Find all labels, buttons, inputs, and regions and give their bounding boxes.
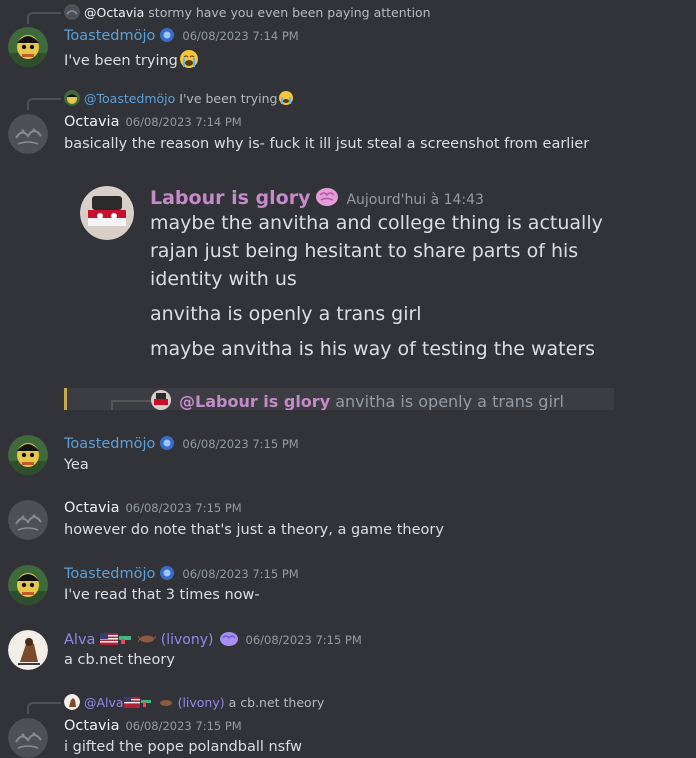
screenshot-reply-text: @Labour is glory anvitha is openly a tra…	[179, 392, 564, 410]
screenshot-reply-bar: @Labour is glory anvitha is openly a tra…	[64, 388, 614, 410]
avatar[interactable]	[8, 718, 48, 758]
message-header: Toastedmöjo 06/08/2023 7:15 PM	[64, 565, 299, 585]
message-header: Toastedmöjo 06/08/2023 7:15 PM	[64, 435, 299, 455]
screenshot-line: maybe the anvitha and college thing is a…	[150, 212, 603, 234]
message-content: Yea	[64, 457, 89, 473]
brain-icon	[214, 632, 240, 648]
message-item[interactable]: Octavia 06/08/2023 7:15 PM however do not…	[0, 495, 696, 547]
username[interactable]: Alva	[64, 632, 95, 648]
message-text: I've been trying	[64, 53, 178, 69]
screenshot-header: Labour is glory Aujourd'hui à 14:43	[150, 186, 484, 209]
reply-text: stormy have you even been paying attenti…	[148, 5, 431, 20]
message-item[interactable]: Alva (livony) 06/08/2023 7:15 PM a cb.net…	[0, 625, 696, 677]
role-badge-icon	[158, 435, 176, 455]
reply-spine	[27, 98, 61, 110]
username[interactable]: Toastedmöjo	[64, 436, 155, 452]
message-header: Octavia 06/08/2023 7:14 PM	[64, 114, 242, 134]
role-badge-icon	[158, 565, 176, 585]
message-header: Alva (livony) 06/08/2023 7:15 PM	[64, 630, 362, 650]
screenshot-reply-avatar	[151, 390, 171, 410]
message-text: however do note that's just a theory, a …	[64, 522, 444, 538]
message-header: Octavia 06/08/2023 7:15 PM	[64, 500, 242, 520]
timestamp[interactable]: 06/08/2023 7:15 PM	[125, 501, 241, 515]
message-text: basically the reason why is- fuck it ill…	[64, 136, 590, 152]
crying-face-icon	[178, 49, 200, 69]
reply-text: I've been trying	[179, 91, 278, 106]
message-content: however do note that's just a theory, a …	[64, 522, 444, 538]
message-content: i gifted the pope polandball nsfw	[64, 739, 302, 755]
cockroach-icon	[137, 632, 157, 648]
avatar[interactable]	[8, 565, 48, 605]
crying-face-icon	[277, 91, 295, 106]
reply-preview[interactable]: @Alva (livony) a cb.net theory	[64, 694, 324, 712]
reply-author[interactable]: @Toastedmöjo	[84, 91, 175, 106]
image-attachment[interactable]: Labour is glory Aujourd'hui à 14:43 maybe…	[64, 170, 614, 410]
message-content: basically the reason why is- fuck it ill…	[64, 136, 589, 152]
reply-avatar	[64, 694, 80, 710]
reply-preview[interactable]: @Octavia stormy have you even been payin…	[64, 4, 431, 22]
avatar[interactable]	[8, 630, 48, 670]
username[interactable]: Octavia	[64, 718, 119, 734]
screenshot-line: identity with us	[150, 268, 297, 290]
message-content: I've been trying	[64, 49, 200, 69]
message-item[interactable]: Toastedmöjo 06/08/2023 7:15 PM Yea	[0, 430, 696, 482]
water-gun-icon	[140, 695, 154, 710]
avatar[interactable]	[8, 500, 48, 540]
username[interactable]: Toastedmöjo	[64, 566, 155, 582]
timestamp[interactable]: 06/08/2023 7:15 PM	[246, 633, 362, 647]
screenshot-reply-author: @Labour is glory	[179, 392, 331, 410]
brain-icon	[310, 187, 340, 209]
message-item[interactable]: Toastedmöjo 06/08/2023 7:15 PM I've read …	[0, 560, 696, 612]
reply-avatar	[64, 90, 80, 106]
role-badge-icon	[158, 27, 176, 47]
timestamp[interactable]: 06/08/2023 7:15 PM	[125, 719, 241, 733]
message-content: a cb.net theory	[64, 652, 175, 668]
screenshot-line: rajan just being hesitant to share parts…	[150, 240, 579, 262]
timestamp[interactable]: 06/08/2023 7:14 PM	[182, 29, 298, 43]
flag-icon	[123, 695, 140, 710]
username-suffix: (livony)	[160, 632, 214, 648]
timestamp[interactable]: 06/08/2023 7:15 PM	[182, 567, 298, 581]
message-text: a cb.net theory	[64, 652, 175, 668]
reply-avatar	[64, 4, 80, 20]
flag-icon	[99, 632, 118, 648]
message-text: I've read that 3 times now-	[64, 587, 260, 603]
reply-text: a cb.net theory	[228, 695, 325, 710]
message-item[interactable]: @Octavia stormy have you even been payin…	[0, 0, 696, 80]
message-content: I've read that 3 times now-	[64, 587, 260, 603]
message-item[interactable]: @Alva (livony) a cb.net theory Octavia 06…	[0, 690, 696, 758]
timestamp[interactable]: 06/08/2023 7:15 PM	[182, 437, 298, 451]
reply-spine	[27, 702, 61, 714]
reply-author-suffix: (livony)	[177, 695, 225, 710]
username[interactable]: Octavia	[64, 500, 119, 516]
screenshot-line: maybe anvitha is his way of testing the …	[150, 338, 596, 360]
screenshot-reply-spine	[111, 400, 151, 410]
reply-preview[interactable]: @Toastedmöjo I've been trying	[64, 90, 295, 108]
water-gun-icon	[118, 632, 134, 648]
avatar[interactable]	[8, 435, 48, 475]
message-header: Octavia 06/08/2023 7:15 PM	[64, 718, 242, 738]
avatar[interactable]	[8, 27, 48, 67]
reply-author[interactable]: @Alva	[84, 695, 124, 710]
message-header: Toastedmöjo 06/08/2023 7:14 PM	[64, 27, 299, 47]
reply-author[interactable]: @Octavia	[84, 5, 144, 20]
reply-spine	[27, 12, 61, 24]
timestamp[interactable]: 06/08/2023 7:14 PM	[125, 115, 241, 129]
avatar[interactable]	[8, 114, 48, 154]
cockroach-icon	[158, 695, 174, 710]
username[interactable]: Octavia	[64, 114, 119, 130]
screenshot-author: Labour is glory	[150, 187, 311, 209]
screenshot-timestamp: Aujourd'hui à 14:43	[346, 192, 484, 208]
username[interactable]: Toastedmöjo	[64, 28, 155, 44]
message-text: Yea	[64, 457, 89, 473]
screenshot-reply-body: anvitha is openly a trans girl	[335, 392, 564, 410]
screenshot-avatar	[80, 186, 134, 240]
message-text: i gifted the pope polandball nsfw	[64, 739, 302, 755]
screenshot-line: anvitha is openly a trans girl	[150, 303, 422, 325]
